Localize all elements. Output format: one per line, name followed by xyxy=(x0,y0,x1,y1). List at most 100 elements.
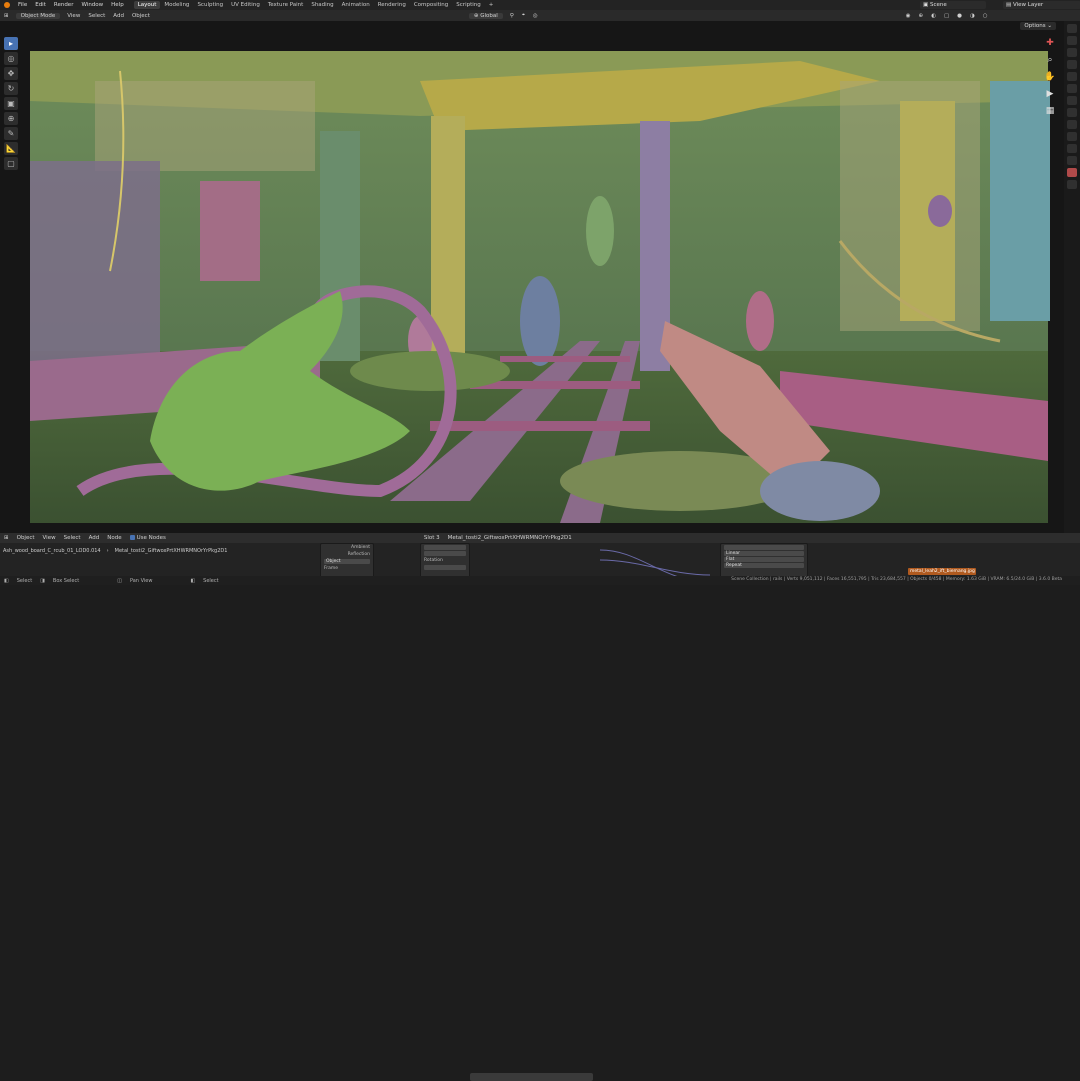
render-properties-icon[interactable] xyxy=(1067,36,1077,45)
node-menu-object[interactable]: Object xyxy=(13,535,39,541)
options-dropdown[interactable]: Options ⌄ xyxy=(1020,22,1056,30)
transform-tool-icon[interactable]: ⊕ xyxy=(4,112,18,125)
select-tool-icon[interactable]: ▸ xyxy=(4,37,18,50)
tab-scripting[interactable]: Scripting xyxy=(452,1,484,9)
axis-gizmo-icon[interactable]: ✚ xyxy=(1044,37,1056,49)
particle-properties-icon[interactable] xyxy=(1067,120,1077,129)
zoom-icon[interactable]: ⌕ xyxy=(1044,54,1056,66)
breadcrumb-item-1[interactable]: Metal_tosti2_GiftwoxPrtXHWRMNOrYrPkg2D1 xyxy=(112,548,231,554)
status-box-select-icon: ◨ xyxy=(40,577,45,584)
tab-compositing[interactable]: Compositing xyxy=(410,1,452,9)
node-field-y[interactable] xyxy=(424,551,466,556)
constraint-properties-icon[interactable] xyxy=(1067,144,1077,153)
world-properties-icon[interactable] xyxy=(1067,84,1077,93)
annotate-tool-icon[interactable]: ✎ xyxy=(4,127,18,140)
overlay-icon[interactable]: ◐ xyxy=(927,13,940,19)
scene-properties-icon[interactable] xyxy=(1067,72,1077,81)
physics-properties-icon[interactable] xyxy=(1067,132,1077,141)
menu-file[interactable]: File xyxy=(14,2,31,8)
menu-select[interactable]: Select xyxy=(84,13,109,19)
add-cube-tool-icon[interactable]: ▢ xyxy=(4,157,18,170)
tab-shading[interactable]: Shading xyxy=(307,1,337,9)
tool-properties-icon[interactable] xyxy=(1067,24,1077,33)
tab-modeling[interactable]: Modeling xyxy=(160,1,193,9)
pan-hand-icon[interactable]: ✋ xyxy=(1044,71,1056,83)
view-layer-properties-icon[interactable] xyxy=(1067,60,1077,69)
scene-statistics: Scene Collection | rails | Verts 9,051,1… xyxy=(731,577,1062,582)
xray-icon[interactable]: ▢ xyxy=(940,13,953,19)
properties-tab-strip xyxy=(1064,21,1080,533)
gizmo-icon[interactable]: ⊕ xyxy=(915,13,928,19)
shading-render-icon[interactable]: ○ xyxy=(979,13,992,19)
node-extension[interactable]: Repeat xyxy=(724,563,804,568)
tab-uv-editing[interactable]: UV Editing xyxy=(227,1,264,9)
viewport-header: ⊞ Object Mode View Select Add Object ⊕ G… xyxy=(0,10,1080,21)
scene-selector[interactable]: ▣ Scene xyxy=(920,1,986,9)
node-field-x[interactable] xyxy=(424,545,466,550)
editor-type-icon[interactable]: ⊞ xyxy=(0,13,13,19)
node-menu-node[interactable]: Node xyxy=(103,535,125,541)
menu-add[interactable]: Add xyxy=(109,13,128,19)
view-layer-selector[interactable]: ▤ View Layer xyxy=(1003,1,1080,9)
output-properties-icon[interactable] xyxy=(1067,48,1077,57)
image-name-field[interactable] xyxy=(470,1073,593,1081)
proportional-edit-icon[interactable]: ◎ xyxy=(529,13,542,19)
node-object-field[interactable]: Object xyxy=(324,559,370,564)
node-label-reflection: Reflection xyxy=(347,552,370,557)
right-hand xyxy=(760,461,880,521)
menu-window[interactable]: Window xyxy=(77,2,107,8)
menu-help[interactable]: Help xyxy=(107,2,128,8)
status-pan-icon: ◫ xyxy=(117,577,122,584)
zombie-center xyxy=(520,276,560,366)
menu-render[interactable]: Render xyxy=(50,2,78,8)
node-interpolation[interactable]: Linear xyxy=(724,551,804,556)
node-label-frame: Frame xyxy=(324,566,339,571)
node-menu-view[interactable]: View xyxy=(39,535,60,541)
modifier-properties-icon[interactable] xyxy=(1067,108,1077,117)
menu-edit[interactable]: Edit xyxy=(31,2,50,8)
slot-dropdown[interactable]: Slot 3 xyxy=(420,535,444,541)
snap-icon[interactable]: ⌖ xyxy=(518,12,529,19)
3d-viewport[interactable]: ▸ ◎ ✥ ↻ ▣ ⊕ ✎ 📐 ▢ ✚ ⌕ ✋ ▶ ▦ xyxy=(0,21,1064,533)
blender-logo-icon[interactable] xyxy=(4,2,10,8)
node-menu-select[interactable]: Select xyxy=(60,535,85,541)
tab-layout[interactable]: Layout xyxy=(133,1,161,9)
breadcrumb-item-0[interactable]: Ash_wood_board_C_rcub_01_LOD0.014 xyxy=(0,548,104,554)
ortho-grid-icon[interactable]: ▦ xyxy=(1044,105,1056,117)
pivot-icon[interactable]: ⚲ xyxy=(506,13,518,19)
add-workspace-button[interactable]: + xyxy=(485,1,498,9)
material-properties-icon[interactable] xyxy=(1067,168,1077,177)
node-editor-header: ⊞ Object View Select Add Node Use Nodes … xyxy=(0,533,1080,543)
move-tool-icon[interactable]: ✥ xyxy=(4,67,18,80)
cursor-tool-icon[interactable]: ◎ xyxy=(4,52,18,65)
tab-rendering[interactable]: Rendering xyxy=(374,1,410,9)
shading-material-icon[interactable]: ◑ xyxy=(966,13,979,19)
node-projection[interactable]: Flat xyxy=(724,557,804,562)
data-properties-icon[interactable] xyxy=(1067,156,1077,165)
tool-shelf: ▸ ◎ ✥ ↻ ▣ ⊕ ✎ 📐 ▢ xyxy=(4,37,18,172)
menu-view[interactable]: View xyxy=(63,13,84,19)
camera-icon[interactable]: ▶ xyxy=(1044,88,1056,100)
use-nodes-toggle[interactable]: Use Nodes xyxy=(126,535,170,541)
tab-texture-paint[interactable]: Texture Paint xyxy=(264,1,308,9)
zombie-right xyxy=(746,291,774,351)
menu-object[interactable]: Object xyxy=(128,13,154,19)
visibility-icon[interactable]: ◉ xyxy=(902,13,915,19)
mode-dropdown[interactable]: Object Mode xyxy=(15,12,61,19)
measure-tool-icon[interactable]: 📐 xyxy=(4,142,18,155)
shading-solid-icon[interactable]: ● xyxy=(953,13,966,19)
material-name-field[interactable]: Metal_tosti2_GiftwoxPrtXHWRMNOrYrPkg2D1 xyxy=(444,535,576,541)
node-field-rot[interactable] xyxy=(424,565,466,570)
status-pan-view: Pan View xyxy=(129,577,153,584)
scale-tool-icon[interactable]: ▣ xyxy=(4,97,18,110)
tab-animation[interactable]: Animation xyxy=(338,1,374,9)
cage-lamp xyxy=(928,195,952,227)
node-menu-add[interactable]: Add xyxy=(85,535,104,541)
tab-sculpting[interactable]: Sculpting xyxy=(193,1,227,9)
texture-properties-icon[interactable] xyxy=(1067,180,1077,189)
editor-type-icon[interactable]: ⊞ xyxy=(0,535,13,541)
rotate-tool-icon[interactable]: ↻ xyxy=(4,82,18,95)
object-properties-icon[interactable] xyxy=(1067,96,1077,105)
node-image-name[interactable] xyxy=(724,545,804,550)
orientation-dropdown[interactable]: ⊕ Global xyxy=(468,12,503,19)
